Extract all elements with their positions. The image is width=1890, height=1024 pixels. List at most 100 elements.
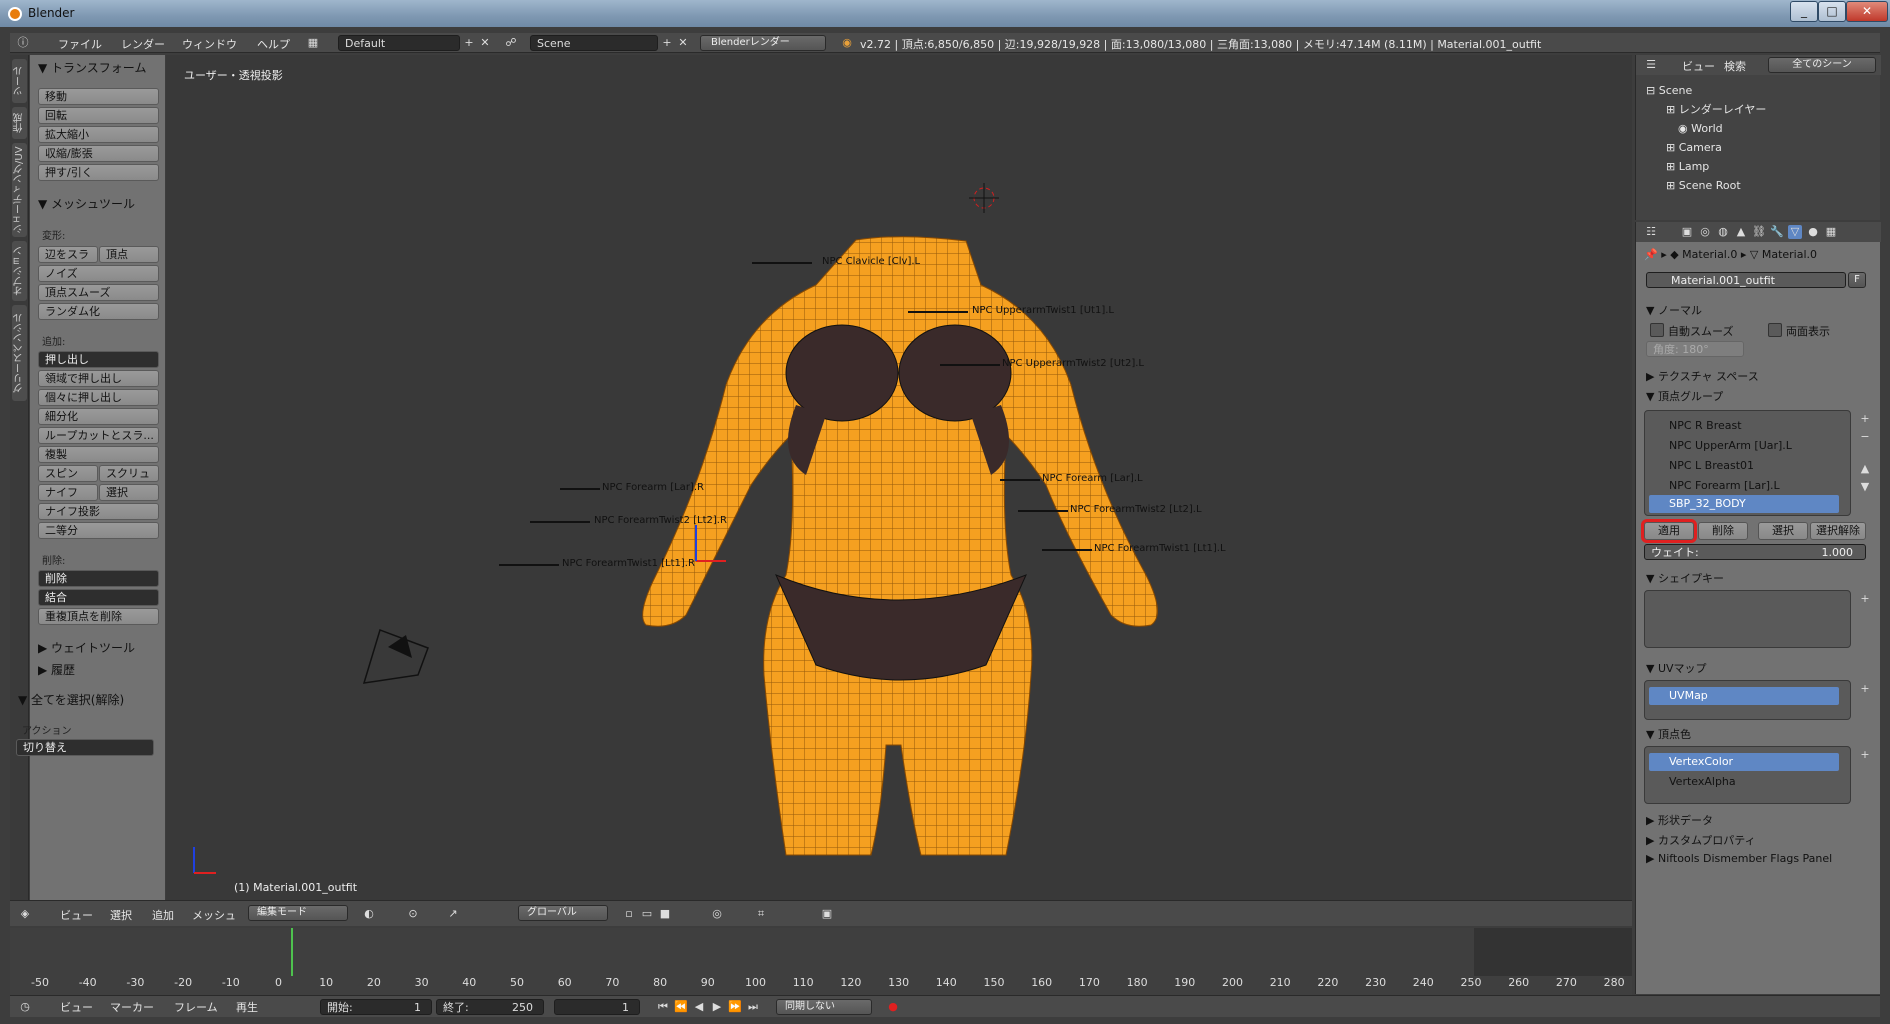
play-icon[interactable]: ▶ xyxy=(710,1000,724,1014)
dissolve-select[interactable]: 結合 xyxy=(38,589,159,606)
knife-button[interactable]: ナイフ xyxy=(38,484,98,501)
assign-button[interactable]: 適用 xyxy=(1641,519,1697,543)
bisect-button[interactable]: 二等分 xyxy=(38,522,159,539)
rotate-button[interactable]: 回転 xyxy=(38,107,159,124)
scene-tab-icon[interactable]: ◎ xyxy=(1698,225,1712,239)
mesh-tools-header[interactable]: ▼ メッシュツール xyxy=(38,195,135,212)
menu-select[interactable]: 選択 xyxy=(110,907,132,923)
edge-select-icon[interactable]: ▭ xyxy=(640,907,654,921)
snap-icon[interactable]: ⌗ xyxy=(754,907,768,921)
jump-start-icon[interactable]: ⏮ xyxy=(656,1000,670,1014)
add-layout-icon[interactable]: + xyxy=(462,36,476,50)
timeline[interactable]: -50 -40 -30 -20 -10 0 10 20 30 40 50 60 70 80 90 100 110… xyxy=(10,928,1632,996)
shrink-fatten-button[interactable]: 収縮/膨張 xyxy=(38,145,159,162)
geometry-data-header[interactable]: ▶ 形状データ xyxy=(1646,812,1713,828)
spin-button[interactable]: スピン xyxy=(38,465,98,482)
vertex-groups-header[interactable]: ▼ 頂点グループ xyxy=(1646,388,1723,404)
scale-button[interactable]: 拡大縮小 xyxy=(38,126,159,143)
extrude-select[interactable]: 押し出し xyxy=(38,351,159,368)
prev-keyframe-icon[interactable]: ⏪ xyxy=(674,1000,688,1014)
mode-select[interactable]: 編集モード xyxy=(248,905,348,921)
timeline-menu-marker[interactable]: マーカー xyxy=(110,999,154,1015)
uv-map-list[interactable]: UVMap xyxy=(1644,680,1851,720)
current-frame-line[interactable] xyxy=(291,928,293,976)
outliner-row-camera[interactable]: ⊞ Camera xyxy=(1636,138,1890,157)
menu-add[interactable]: 追加 xyxy=(152,907,174,923)
weight-tools-header[interactable]: ▶ ウェイトツール xyxy=(38,639,135,656)
scene-field[interactable]: Scene xyxy=(530,35,658,51)
remove-doubles-button[interactable]: 重複頂点を削除 xyxy=(38,608,159,625)
push-pull-button[interactable]: 押す/引く xyxy=(38,164,159,181)
select-all-header[interactable]: ▼ 全てを選択(解除) xyxy=(18,691,124,708)
menu-mesh[interactable]: メッシュ xyxy=(192,907,236,923)
auto-smooth-checkbox[interactable] xyxy=(1650,323,1664,337)
deselect-button[interactable]: 選択解除 xyxy=(1810,522,1866,540)
viewport-shading-icon[interactable]: ◐ xyxy=(362,907,376,921)
remove-scene-icon[interactable]: ✕ xyxy=(676,36,690,50)
translate-button[interactable]: 移動 xyxy=(38,88,159,105)
tab-grease-pencil[interactable]: グリースペンシル xyxy=(12,305,27,401)
render-engine-select[interactable]: Blenderレンダー xyxy=(700,35,826,51)
delete-select[interactable]: 削除 xyxy=(38,570,159,587)
outliner-filter-select[interactable]: 全てのシーン xyxy=(1768,57,1876,73)
close-button[interactable]: ✕ xyxy=(1846,1,1888,22)
knife-select-button[interactable]: 選択 xyxy=(99,484,159,501)
outliner-row-scene-root[interactable]: ⊞ Scene Root xyxy=(1636,176,1890,195)
properties-editor-icon[interactable]: ☷ xyxy=(1644,225,1658,239)
tab-options[interactable]: オプション xyxy=(12,241,27,301)
normals-header[interactable]: ▼ ノーマル xyxy=(1646,302,1702,318)
vertex-group-item[interactable]: NPC R Breast xyxy=(1649,417,1839,435)
action-select[interactable]: 切り替え xyxy=(16,739,154,756)
modifiers-tab-icon[interactable]: 🔧 xyxy=(1770,225,1784,239)
vertex-group-item-selected[interactable]: SBP_32_BODY xyxy=(1649,495,1839,513)
transform-panel-header[interactable]: ▼ トランスフォーム xyxy=(38,59,146,76)
pivot-icon[interactable]: ⊙ xyxy=(406,907,420,921)
screen-layout-icon[interactable]: ▦ xyxy=(306,36,320,50)
sync-select[interactable]: 同期しない xyxy=(776,999,872,1015)
material-tab-icon[interactable]: ● xyxy=(1806,225,1820,239)
add-uv-map-icon[interactable]: + xyxy=(1858,682,1872,696)
double-sided-checkbox[interactable] xyxy=(1768,323,1782,337)
remove-vertex-group-icon[interactable]: − xyxy=(1858,430,1872,444)
add-scene-icon[interactable]: + xyxy=(660,36,674,50)
subdivide-button[interactable]: 細分化 xyxy=(38,408,159,425)
manipulator-icon[interactable]: ↗ xyxy=(446,907,460,921)
knife-project-button[interactable]: ナイフ投影 xyxy=(38,503,159,520)
tab-shading-uv[interactable]: シェーディング/UV xyxy=(12,143,27,237)
uv-map-item[interactable]: UVMap xyxy=(1649,687,1839,705)
niftools-header[interactable]: ▶ Niftools Dismember Flags Panel xyxy=(1646,852,1832,865)
angle-field[interactable]: 角度: 180° xyxy=(1646,341,1744,357)
outliner-row-lamp[interactable]: ⊞ Lamp xyxy=(1636,157,1890,176)
texture-tab-icon[interactable]: ▦ xyxy=(1824,225,1838,239)
timeline-menu-view[interactable]: ビュー xyxy=(60,999,93,1015)
menu-view[interactable]: ビュー xyxy=(60,907,93,923)
menu-help[interactable]: ヘルプ xyxy=(257,36,290,52)
face-select-icon[interactable]: ■ xyxy=(658,907,672,921)
outliner-row-scene[interactable]: ⊟ Scene xyxy=(1636,81,1890,100)
extrude-region-button[interactable]: 領域で押し出し xyxy=(38,370,159,387)
smooth-vertex-button[interactable]: 頂点スムーズ xyxy=(38,284,159,301)
extrude-individual-button[interactable]: 個々に押し出し xyxy=(38,389,159,406)
orientation-select[interactable]: グローバル xyxy=(518,905,608,921)
outliner-row-world[interactable]: ◉ World xyxy=(1636,119,1890,138)
constraints-tab-icon[interactable]: ⛓ xyxy=(1752,225,1766,239)
outliner-editor-icon[interactable]: ☰ xyxy=(1644,58,1658,72)
remove-button[interactable]: 削除 xyxy=(1698,522,1748,540)
vertex-color-item[interactable]: VertexAlpha xyxy=(1649,773,1839,791)
object-tab-icon[interactable]: ▲ xyxy=(1734,225,1748,239)
fake-user-button[interactable]: F xyxy=(1848,272,1866,288)
edge-slide-button[interactable]: 辺をスラ xyxy=(38,246,98,263)
minimize-button[interactable]: _ xyxy=(1790,1,1818,22)
outliner-menu-search[interactable]: 検索 xyxy=(1724,58,1746,74)
noise-button[interactable]: ノイズ xyxy=(38,265,159,282)
screw-button[interactable]: スクリュ xyxy=(99,465,159,482)
info-editor-icon[interactable]: ⓘ xyxy=(16,36,30,50)
timeline-menu-frame[interactable]: フレーム xyxy=(174,999,218,1015)
move-down-icon[interactable]: ▼ xyxy=(1858,480,1872,494)
history-header[interactable]: ▶ 履歴 xyxy=(38,661,75,678)
tab-tools[interactable]: ツール xyxy=(12,59,27,103)
mesh-name-field[interactable]: Material.001_outfit xyxy=(1646,272,1846,288)
texture-space-header[interactable]: ▶ テクスチャ スペース xyxy=(1646,368,1759,384)
vertex-select-icon[interactable]: ▫ xyxy=(622,907,636,921)
vertex-color-list[interactable]: VertexColor VertexAlpha xyxy=(1644,746,1851,804)
